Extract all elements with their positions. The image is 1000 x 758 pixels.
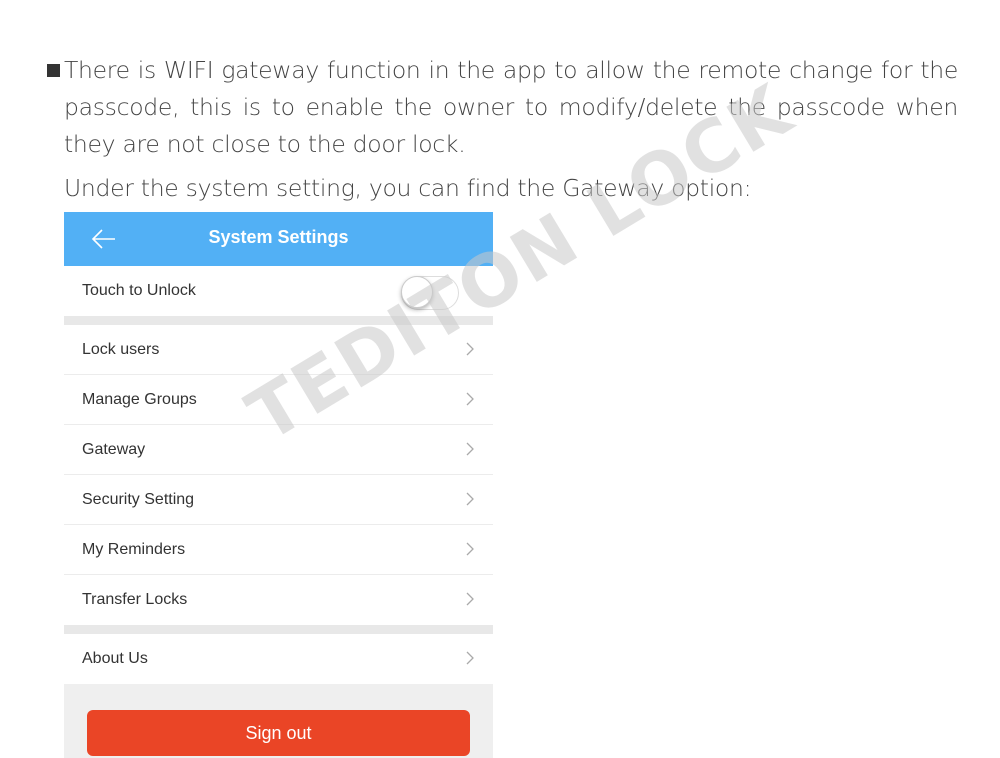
menu-item-label: Manage Groups xyxy=(82,391,197,408)
intro-paragraph: There is WIFI gateway function in the ap… xyxy=(64,56,958,158)
touch-to-unlock-label: Touch to Unlock xyxy=(82,282,196,299)
section-divider xyxy=(64,316,493,325)
toggle-knob xyxy=(401,276,433,308)
sign-out-button[interactable]: Sign out xyxy=(87,710,470,756)
menu-item-security-setting[interactable]: Security Setting xyxy=(64,475,493,525)
menu-item-about-us[interactable]: About Us xyxy=(64,634,493,684)
chevron-right-icon xyxy=(466,342,474,356)
chevron-right-icon xyxy=(466,651,474,665)
touch-to-unlock-toggle[interactable] xyxy=(401,276,459,310)
chevron-right-icon xyxy=(466,392,474,406)
menu-item-lock-users[interactable]: Lock users xyxy=(64,325,493,375)
menu-item-gateway[interactable]: Gateway xyxy=(64,425,493,475)
app-screenshot: System Settings Touch to Unlock Lock use… xyxy=(64,212,493,758)
menu-item-manage-groups[interactable]: Manage Groups xyxy=(64,375,493,425)
menu-item-transfer-locks[interactable]: Transfer Locks xyxy=(64,575,493,625)
menu-item-label: Lock users xyxy=(82,341,160,358)
bullet-icon xyxy=(47,64,60,77)
section-divider xyxy=(64,625,493,634)
page-title: System Settings xyxy=(208,227,349,247)
chevron-right-icon xyxy=(466,592,474,606)
chevron-right-icon xyxy=(466,442,474,456)
menu-item-label: About Us xyxy=(82,650,148,667)
menu-item-label: Security Setting xyxy=(82,491,195,508)
nav-bar: System Settings xyxy=(64,212,493,266)
chevron-right-icon xyxy=(466,542,474,556)
touch-to-unlock-row: Touch to Unlock xyxy=(64,266,493,316)
menu-item-label: Transfer Locks xyxy=(82,591,188,608)
menu-item-label: Gateway xyxy=(82,441,146,458)
menu-item-label: My Reminders xyxy=(82,541,186,558)
chevron-right-icon xyxy=(466,492,474,506)
menu-item-my-reminders[interactable]: My Reminders xyxy=(64,525,493,575)
instruction-paragraph: Under the system setting, you can find t… xyxy=(64,174,752,202)
